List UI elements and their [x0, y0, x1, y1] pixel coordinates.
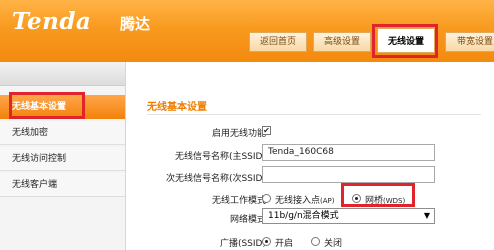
broadcast-label: 广播(SSID) — [219, 239, 266, 249]
tab-bandwidth[interactable]: 带宽设置 — [445, 32, 494, 52]
highlight-box-sidebar — [9, 92, 85, 119]
tab-advanced[interactable]: 高级设置 — [313, 32, 371, 52]
work-mode-ap-label: 无线接入点(AP) — [275, 196, 335, 206]
broadcast-on-radio[interactable] — [262, 237, 271, 246]
secondary-ssid-input[interactable] — [262, 166, 435, 183]
highlight-box-wireless-tab — [372, 24, 438, 58]
primary-ssid-input[interactable]: Tenda_160C68 — [262, 144, 435, 161]
tab-home[interactable]: 返回首页 — [249, 32, 307, 52]
sidebar-item-access-control[interactable]: 无线访问控制 — [0, 147, 125, 171]
sidebar-divider — [125, 62, 126, 250]
network-mode-select[interactable]: 11b/g/n混合模式 ▼ — [262, 208, 435, 224]
work-mode-label: 无线工作模式 — [211, 196, 266, 206]
work-mode-ap-radio[interactable] — [262, 194, 271, 203]
primary-ssid-label: 无线信号名称(主SSID) — [174, 152, 266, 162]
brand-logo: Tenda — [12, 8, 92, 35]
broadcast-off-radio[interactable] — [311, 237, 320, 246]
network-mode-value: 11b/g/n混合模式 — [268, 211, 339, 221]
page-title: 无线基本设置 — [147, 102, 207, 113]
sidebar: 无线基本设置 无线加密 无线访问控制 无线客户端 — [0, 62, 125, 250]
enable-wireless-label: 启用无线功能 — [211, 129, 266, 139]
broadcast-on-label: 开启 — [275, 239, 294, 249]
title-divider — [147, 114, 481, 115]
secondary-ssid-label: 次无线信号名称(次SSID) — [165, 174, 266, 184]
brand-logo-cn: 腾达 — [120, 15, 151, 33]
sidebar-header — [0, 62, 125, 86]
chevron-down-icon: ▼ — [423, 211, 430, 220]
network-mode-label: 网络模式 — [229, 215, 266, 225]
enable-wireless-checkbox[interactable]: ✔ — [262, 126, 271, 135]
sidebar-item-wireless-clients[interactable]: 无线客户端 — [0, 173, 125, 197]
sidebar-item-wireless-security[interactable]: 无线加密 — [0, 121, 125, 145]
broadcast-off-label: 关闭 — [324, 239, 343, 249]
highlight-box-wds — [341, 183, 415, 207]
